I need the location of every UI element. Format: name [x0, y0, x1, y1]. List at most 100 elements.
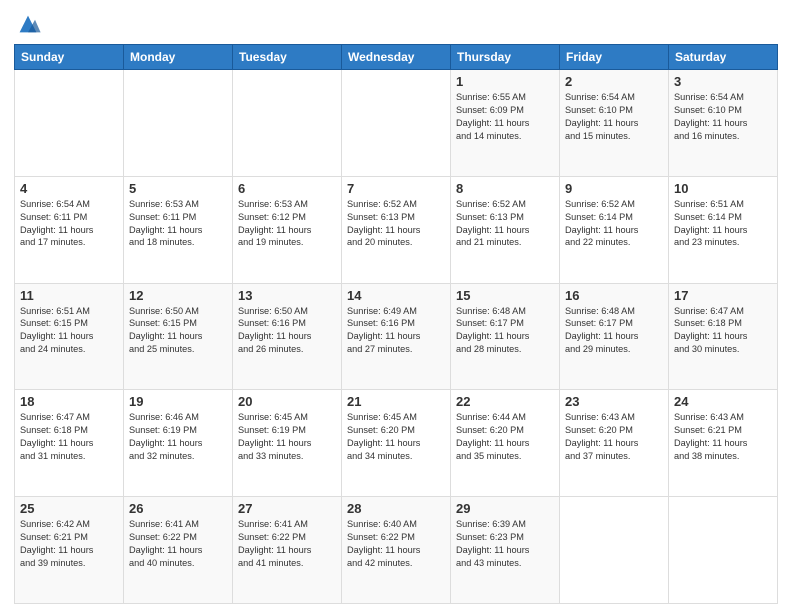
- day-cell: 16 Sunrise: 6:48 AM Sunset: 6:17 PM Dayli…: [560, 283, 669, 390]
- day-number: 22: [456, 394, 554, 409]
- day-number: 17: [674, 288, 772, 303]
- day-cell: 25Sunrise: 6:42 AM Sunset: 6:21 PM Dayli…: [15, 497, 124, 604]
- header-day-wednesday: Wednesday: [342, 45, 451, 70]
- day-number: 26: [129, 501, 227, 516]
- week-row-1: 1 Sunrise: 6:55 AM Sunset: 6:09 PM Daylig…: [15, 70, 778, 177]
- day-cell: 3 Sunrise: 6:54 AM Sunset: 6:10 PM Daylig…: [669, 70, 778, 177]
- day-info: Sunrise: 6:52 AM Sunset: 6:14 PM Dayligh…: [565, 198, 663, 250]
- header-row: SundayMondayTuesdayWednesdayThursdayFrid…: [15, 45, 778, 70]
- day-info: Sunrise: 6:51 AM Sunset: 6:14 PM Dayligh…: [674, 198, 772, 250]
- day-info: Sunrise: 6:48 AM Sunset: 6:17 PM Dayligh…: [456, 305, 554, 357]
- day-number: 10: [674, 181, 772, 196]
- day-info: Sunrise: 6:41 AM Sunset: 6:22 PM Dayligh…: [238, 518, 336, 570]
- day-cell: 23 Sunrise: 6:43 AM Sunset: 6:20 PM Dayli…: [560, 390, 669, 497]
- day-number: 1: [456, 74, 554, 89]
- day-cell: 28 Sunrise: 6:40 AM Sunset: 6:22 PM Dayli…: [342, 497, 451, 604]
- day-cell: 29 Sunrise: 6:39 AM Sunset: 6:23 PM Dayli…: [451, 497, 560, 604]
- day-number: 13: [238, 288, 336, 303]
- day-cell: [15, 70, 124, 177]
- day-cell: [560, 497, 669, 604]
- day-number: 7: [347, 181, 445, 196]
- day-info: Sunrise: 6:42 AM Sunset: 6:21 PM Dayligh…: [20, 518, 118, 570]
- header-day-thursday: Thursday: [451, 45, 560, 70]
- day-cell: 7 Sunrise: 6:52 AM Sunset: 6:13 PM Daylig…: [342, 176, 451, 283]
- week-row-2: 4Sunrise: 6:54 AM Sunset: 6:11 PM Daylig…: [15, 176, 778, 283]
- top-section: [14, 10, 778, 38]
- day-cell: 21 Sunrise: 6:45 AM Sunset: 6:20 PM Dayli…: [342, 390, 451, 497]
- day-cell: 13Sunrise: 6:50 AM Sunset: 6:16 PM Dayli…: [233, 283, 342, 390]
- day-number: 29: [456, 501, 554, 516]
- day-info: Sunrise: 6:52 AM Sunset: 6:13 PM Dayligh…: [456, 198, 554, 250]
- day-info: Sunrise: 6:43 AM Sunset: 6:21 PM Dayligh…: [674, 411, 772, 463]
- header-day-monday: Monday: [124, 45, 233, 70]
- day-info: Sunrise: 6:48 AM Sunset: 6:17 PM Dayligh…: [565, 305, 663, 357]
- day-info: Sunrise: 6:40 AM Sunset: 6:22 PM Dayligh…: [347, 518, 445, 570]
- logo-icon: [14, 10, 42, 38]
- calendar-table: SundayMondayTuesdayWednesdayThursdayFrid…: [14, 44, 778, 604]
- day-cell: 24 Sunrise: 6:43 AM Sunset: 6:21 PM Dayli…: [669, 390, 778, 497]
- header-day-friday: Friday: [560, 45, 669, 70]
- day-number: 6: [238, 181, 336, 196]
- day-info: Sunrise: 6:49 AM Sunset: 6:16 PM Dayligh…: [347, 305, 445, 357]
- logo: [14, 10, 46, 38]
- day-info: Sunrise: 6:54 AM Sunset: 6:10 PM Dayligh…: [674, 91, 772, 143]
- page: SundayMondayTuesdayWednesdayThursdayFrid…: [0, 0, 792, 612]
- day-info: Sunrise: 6:46 AM Sunset: 6:19 PM Dayligh…: [129, 411, 227, 463]
- day-cell: 12 Sunrise: 6:50 AM Sunset: 6:15 PM Dayli…: [124, 283, 233, 390]
- day-number: 3: [674, 74, 772, 89]
- day-cell: 10 Sunrise: 6:51 AM Sunset: 6:14 PM Dayli…: [669, 176, 778, 283]
- day-cell: 22Sunrise: 6:44 AM Sunset: 6:20 PM Dayli…: [451, 390, 560, 497]
- day-info: Sunrise: 6:43 AM Sunset: 6:20 PM Dayligh…: [565, 411, 663, 463]
- day-number: 12: [129, 288, 227, 303]
- day-number: 28: [347, 501, 445, 516]
- day-number: 20: [238, 394, 336, 409]
- day-number: 16: [565, 288, 663, 303]
- day-info: Sunrise: 6:52 AM Sunset: 6:13 PM Dayligh…: [347, 198, 445, 250]
- day-info: Sunrise: 6:39 AM Sunset: 6:23 PM Dayligh…: [456, 518, 554, 570]
- week-row-3: 11Sunrise: 6:51 AM Sunset: 6:15 PM Dayli…: [15, 283, 778, 390]
- day-number: 27: [238, 501, 336, 516]
- day-info: Sunrise: 6:47 AM Sunset: 6:18 PM Dayligh…: [674, 305, 772, 357]
- day-cell: [124, 70, 233, 177]
- day-cell: 5 Sunrise: 6:53 AM Sunset: 6:11 PM Daylig…: [124, 176, 233, 283]
- day-cell: 9 Sunrise: 6:52 AM Sunset: 6:14 PM Daylig…: [560, 176, 669, 283]
- day-number: 8: [456, 181, 554, 196]
- day-cell: 14 Sunrise: 6:49 AM Sunset: 6:16 PM Dayli…: [342, 283, 451, 390]
- day-cell: [669, 497, 778, 604]
- day-cell: 17 Sunrise: 6:47 AM Sunset: 6:18 PM Dayli…: [669, 283, 778, 390]
- day-cell: 8 Sunrise: 6:52 AM Sunset: 6:13 PM Daylig…: [451, 176, 560, 283]
- day-number: 24: [674, 394, 772, 409]
- day-cell: 27 Sunrise: 6:41 AM Sunset: 6:22 PM Dayli…: [233, 497, 342, 604]
- day-cell: 1 Sunrise: 6:55 AM Sunset: 6:09 PM Daylig…: [451, 70, 560, 177]
- day-info: Sunrise: 6:50 AM Sunset: 6:15 PM Dayligh…: [129, 305, 227, 357]
- day-number: 5: [129, 181, 227, 196]
- day-info: Sunrise: 6:51 AM Sunset: 6:15 PM Dayligh…: [20, 305, 118, 357]
- day-cell: 2Sunrise: 6:54 AM Sunset: 6:10 PM Daylig…: [560, 70, 669, 177]
- day-number: 23: [565, 394, 663, 409]
- day-info: Sunrise: 6:53 AM Sunset: 6:12 PM Dayligh…: [238, 198, 336, 250]
- day-cell: 20 Sunrise: 6:45 AM Sunset: 6:19 PM Dayli…: [233, 390, 342, 497]
- day-number: 14: [347, 288, 445, 303]
- day-info: Sunrise: 6:47 AM Sunset: 6:18 PM Dayligh…: [20, 411, 118, 463]
- day-info: Sunrise: 6:45 AM Sunset: 6:20 PM Dayligh…: [347, 411, 445, 463]
- day-number: 15: [456, 288, 554, 303]
- week-row-5: 25Sunrise: 6:42 AM Sunset: 6:21 PM Dayli…: [15, 497, 778, 604]
- day-cell: 19 Sunrise: 6:46 AM Sunset: 6:19 PM Dayli…: [124, 390, 233, 497]
- day-info: Sunrise: 6:55 AM Sunset: 6:09 PM Dayligh…: [456, 91, 554, 143]
- day-info: Sunrise: 6:53 AM Sunset: 6:11 PM Dayligh…: [129, 198, 227, 250]
- day-cell: 6 Sunrise: 6:53 AM Sunset: 6:12 PM Daylig…: [233, 176, 342, 283]
- day-cell: [342, 70, 451, 177]
- day-cell: [233, 70, 342, 177]
- week-row-4: 18Sunrise: 6:47 AM Sunset: 6:18 PM Dayli…: [15, 390, 778, 497]
- day-cell: 15 Sunrise: 6:48 AM Sunset: 6:17 PM Dayli…: [451, 283, 560, 390]
- day-info: Sunrise: 6:54 AM Sunset: 6:10 PM Dayligh…: [565, 91, 663, 143]
- day-number: 9: [565, 181, 663, 196]
- day-number: 19: [129, 394, 227, 409]
- day-cell: 18Sunrise: 6:47 AM Sunset: 6:18 PM Dayli…: [15, 390, 124, 497]
- day-cell: 11Sunrise: 6:51 AM Sunset: 6:15 PM Dayli…: [15, 283, 124, 390]
- header-day-tuesday: Tuesday: [233, 45, 342, 70]
- day-info: Sunrise: 6:54 AM Sunset: 6:11 PM Dayligh…: [20, 198, 118, 250]
- header-day-saturday: Saturday: [669, 45, 778, 70]
- day-number: 21: [347, 394, 445, 409]
- day-info: Sunrise: 6:45 AM Sunset: 6:19 PM Dayligh…: [238, 411, 336, 463]
